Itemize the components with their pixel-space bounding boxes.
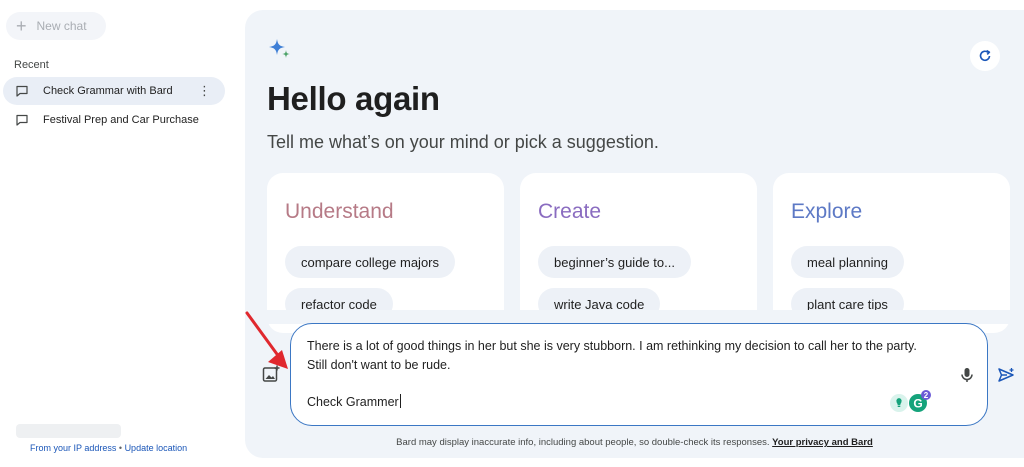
sidebar: + New chat Recent Check Grammar with Bar…: [0, 0, 240, 467]
card-title: Understand: [285, 200, 394, 223]
svg-text:G: G: [913, 397, 922, 411]
greeting-title: Hello again: [267, 80, 440, 117]
more-vert-icon[interactable]: ⋮: [198, 84, 211, 97]
location-separator: •: [118, 443, 123, 453]
grammarly-widget[interactable]: G 2: [889, 390, 933, 414]
suggestion-chip[interactable]: compare college majors: [285, 246, 456, 278]
mic-button[interactable]: [958, 366, 976, 384]
suggestion-chip[interactable]: meal planning: [791, 246, 904, 278]
refresh-button[interactable]: [970, 41, 1000, 71]
suggestion-card-understand: Understand compare college majors refact…: [267, 173, 504, 333]
update-location-link[interactable]: Update location: [125, 443, 188, 453]
disclaimer-text: Bard may display inaccurate info, includ…: [396, 437, 770, 448]
ip-address-link[interactable]: From your IP address: [30, 443, 116, 453]
new-chat-label: New chat: [36, 19, 87, 33]
recent-chat-item[interactable]: Festival Prep and Car Purchase: [3, 106, 225, 134]
greeting-subtitle: Tell me what’s on your mind or pick a su…: [267, 132, 659, 152]
text-caret: [399, 394, 401, 408]
suggestion-chip[interactable]: beginner’s guide to...: [538, 246, 691, 278]
send-icon: [998, 368, 1014, 382]
prompt-line-2: Check Grammer: [307, 395, 399, 409]
prompt-text-last-line: Check Grammer: [307, 394, 401, 409]
recent-chat-label: Check Grammar with Bard: [43, 85, 173, 97]
sparkle-icon: [267, 37, 293, 63]
blurred-location-text: [16, 424, 121, 438]
scroll-fade: [245, 310, 1024, 324]
grammarly-count: 2: [924, 391, 929, 400]
disclaimer: Bard may display inaccurate info, includ…: [245, 437, 1024, 448]
refresh-icon: [979, 49, 991, 62]
card-title: Explore: [791, 200, 863, 223]
recent-chat-item[interactable]: Check Grammar with Bard ⋮: [3, 77, 225, 105]
privacy-link[interactable]: Your privacy and Bard: [772, 437, 873, 448]
recent-heading: Recent: [14, 59, 49, 71]
plus-icon: +: [16, 16, 27, 36]
chat-bubble-icon: [15, 84, 29, 98]
send-button[interactable]: [997, 366, 1015, 384]
suggestion-card-create: Create beginner’s guide to... write Java…: [520, 173, 757, 333]
prompt-input[interactable]: There is a lot of good things in her but…: [290, 323, 988, 426]
new-chat-button[interactable]: + New chat: [6, 12, 106, 40]
recent-chat-label: Festival Prep and Car Purchase: [43, 114, 199, 126]
mic-icon: [961, 368, 973, 382]
location-info: From your IP address • Update location: [30, 443, 187, 453]
card-title: Create: [538, 200, 602, 223]
prompt-text: There is a lot of good things in her but…: [307, 339, 917, 372]
chat-bubble-icon: [15, 113, 29, 127]
suggestion-card-explore: Explore meal planning plant care tips: [773, 173, 1010, 333]
main-panel: Hello again Tell me what’s on your mind …: [245, 10, 1024, 458]
annotation-arrow: [245, 311, 288, 369]
